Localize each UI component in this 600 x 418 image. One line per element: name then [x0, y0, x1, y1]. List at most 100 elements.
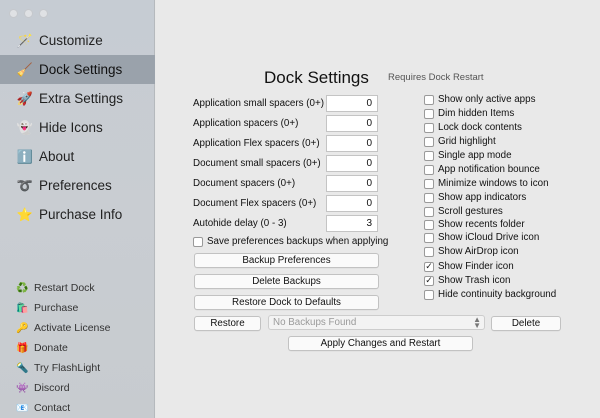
- option-show-only-active-apps[interactable]: Show only active apps: [424, 94, 535, 105]
- delete-backups-button[interactable]: Delete Backups: [194, 274, 379, 289]
- field-row: Application Flex spacers (0+): [193, 135, 320, 152]
- checkbox-label: Show Trash icon: [438, 275, 511, 286]
- link-label: Purchase: [34, 302, 79, 314]
- checkbox-label: Show app indicators: [438, 192, 527, 203]
- option-show-airdrop-icon[interactable]: Show AirDrop icon: [424, 246, 519, 257]
- app-small-spacers-input[interactable]: 0: [326, 95, 378, 112]
- option-minimize-to-icon[interactable]: Minimize windows to icon: [424, 178, 549, 189]
- checkmark-icon[interactable]: ✓: [424, 261, 434, 272]
- checkbox-box[interactable]: [424, 150, 434, 161]
- checkbox-label: Scroll gestures: [438, 206, 503, 217]
- key-icon: 🔑: [16, 322, 29, 334]
- backup-select-value: No Backups Found: [273, 317, 357, 328]
- checkbox-label: Dim hidden Items: [438, 108, 515, 119]
- dock-settings-panel: Dock Settings Requires Dock Restart Appl…: [156, 0, 600, 418]
- sidebar-item-label: About: [39, 149, 75, 164]
- link-label: Try FlashLight: [34, 362, 101, 374]
- sidebar-item-about[interactable]: ℹ️ About: [0, 142, 155, 171]
- purchase-link[interactable]: 🛍️ Purchase: [0, 298, 155, 318]
- option-dim-hidden-items[interactable]: Dim hidden Items: [424, 108, 514, 119]
- option-show-recents-folder[interactable]: Show recents folder: [424, 219, 525, 230]
- option-single-app-mode[interactable]: Single app mode: [424, 150, 512, 161]
- field-row: Application spacers (0+): [193, 115, 298, 132]
- checkbox-box[interactable]: [193, 236, 203, 247]
- gift-icon: 🎁: [16, 342, 29, 354]
- app-flex-spacers-input[interactable]: 0: [326, 135, 378, 152]
- restart-note: Requires Dock Restart: [388, 72, 484, 83]
- option-show-icloud-drive-icon[interactable]: Show iCloud Drive icon: [424, 232, 539, 243]
- sidebar-item-hide-icons[interactable]: 👻 Hide Icons: [0, 113, 155, 142]
- app-spacers-input[interactable]: 0: [326, 115, 378, 132]
- field-row: Application small spacers (0+): [193, 95, 324, 112]
- zoom-window-button[interactable]: [39, 9, 48, 18]
- option-lock-dock-contents[interactable]: Lock dock contents: [424, 122, 522, 133]
- backup-preferences-button[interactable]: Backup Preferences: [194, 253, 379, 268]
- checkbox-box[interactable]: [424, 178, 434, 189]
- checkbox-box[interactable]: [424, 232, 434, 243]
- autohide-delay-input[interactable]: 3: [326, 215, 378, 232]
- checkmark-icon[interactable]: ✓: [424, 275, 434, 286]
- option-show-app-indicators[interactable]: Show app indicators: [424, 192, 526, 203]
- contact-link[interactable]: 📧 Contact: [0, 398, 155, 418]
- checkbox-label: Hide continuity background: [438, 289, 557, 300]
- option-grid-highlight[interactable]: Grid highlight: [424, 136, 496, 147]
- field-label: Document Flex spacers (0+): [193, 198, 317, 209]
- donate-link[interactable]: 🎁 Donate: [0, 338, 155, 358]
- checkbox-label: Show only active apps: [438, 94, 536, 105]
- checkbox-box[interactable]: [424, 164, 434, 175]
- sidebar-links: ♻️ Restart Dock 🛍️ Purchase 🔑 Activate L…: [0, 278, 155, 418]
- checkbox-label: Single app mode: [438, 150, 512, 161]
- field-row: Document Flex spacers (0+): [193, 195, 316, 212]
- dotted-arrow-icon: ➰: [16, 177, 34, 193]
- checkbox-label: Save preferences backups when applying: [207, 236, 389, 247]
- sidebar-item-label: Hide Icons: [39, 120, 103, 135]
- checkbox-box[interactable]: [424, 108, 434, 119]
- wand-icon: 🪄: [16, 32, 34, 48]
- field-label: Autohide delay (0 - 3): [193, 218, 287, 229]
- option-show-finder-icon[interactable]: ✓ Show Finder icon: [424, 261, 514, 272]
- minimize-window-button[interactable]: [24, 9, 33, 18]
- doc-spacers-input[interactable]: 0: [326, 175, 378, 192]
- option-show-trash-icon[interactable]: ✓ Show Trash icon: [424, 275, 510, 286]
- checkbox-box[interactable]: [424, 94, 434, 105]
- link-label: Activate License: [34, 322, 111, 334]
- sidebar-item-preferences[interactable]: ➰ Preferences: [0, 171, 155, 200]
- checkbox-box[interactable]: [424, 192, 434, 203]
- apply-restart-button[interactable]: Apply Changes and Restart: [288, 336, 473, 351]
- doc-flex-spacers-input[interactable]: 0: [326, 195, 378, 212]
- checkbox-box[interactable]: [424, 122, 434, 133]
- discord-link[interactable]: 👾 Discord: [0, 378, 155, 398]
- link-label: Discord: [34, 382, 70, 394]
- checkbox-box[interactable]: [424, 246, 434, 257]
- envelope-icon: 📧: [16, 402, 29, 414]
- activate-license-link[interactable]: 🔑 Activate License: [0, 318, 155, 338]
- close-window-button[interactable]: [9, 9, 18, 18]
- checkbox-box[interactable]: [424, 206, 434, 217]
- restart-dock-link[interactable]: ♻️ Restart Dock: [0, 278, 155, 298]
- checkbox-label: App notification bounce: [438, 164, 540, 175]
- sidebar-item-customize[interactable]: 🪄 Customize: [0, 26, 155, 55]
- field-row: Autohide delay (0 - 3): [193, 215, 287, 232]
- doc-small-spacers-input[interactable]: 0: [326, 155, 378, 172]
- option-scroll-gestures[interactable]: Scroll gestures: [424, 206, 503, 217]
- window-controls: [9, 9, 48, 18]
- sidebar-item-extra-settings[interactable]: 🚀 Extra Settings: [0, 84, 155, 113]
- restore-button[interactable]: Restore: [194, 316, 261, 331]
- restore-defaults-button[interactable]: Restore Dock to Defaults: [194, 295, 379, 310]
- save-backups-checkbox[interactable]: Save preferences backups when applying: [193, 236, 388, 247]
- checkbox-box[interactable]: [424, 136, 434, 147]
- sidebar-item-label: Purchase Info: [39, 207, 123, 222]
- delete-button[interactable]: Delete: [491, 316, 561, 331]
- sidebar: 🪄 Customize 🧹 Dock Settings 🚀 Extra Sett…: [0, 0, 155, 418]
- try-flashlight-link[interactable]: 🔦 Try FlashLight: [0, 358, 155, 378]
- checkbox-box[interactable]: [424, 289, 434, 300]
- option-hide-continuity-background[interactable]: Hide continuity background: [424, 289, 556, 300]
- option-app-notification-bounce[interactable]: App notification bounce: [424, 164, 540, 175]
- info-icon: ℹ️: [16, 148, 34, 164]
- sidebar-item-dock-settings[interactable]: 🧹 Dock Settings: [0, 55, 155, 84]
- sidebar-item-purchase-info[interactable]: ⭐ Purchase Info: [0, 200, 155, 229]
- checkbox-box[interactable]: [424, 219, 434, 230]
- backup-select[interactable]: No Backups Found ▲ ▼: [268, 315, 485, 330]
- ghost-icon: 👻: [16, 119, 34, 135]
- checkbox-label: Show recents folder: [438, 219, 525, 230]
